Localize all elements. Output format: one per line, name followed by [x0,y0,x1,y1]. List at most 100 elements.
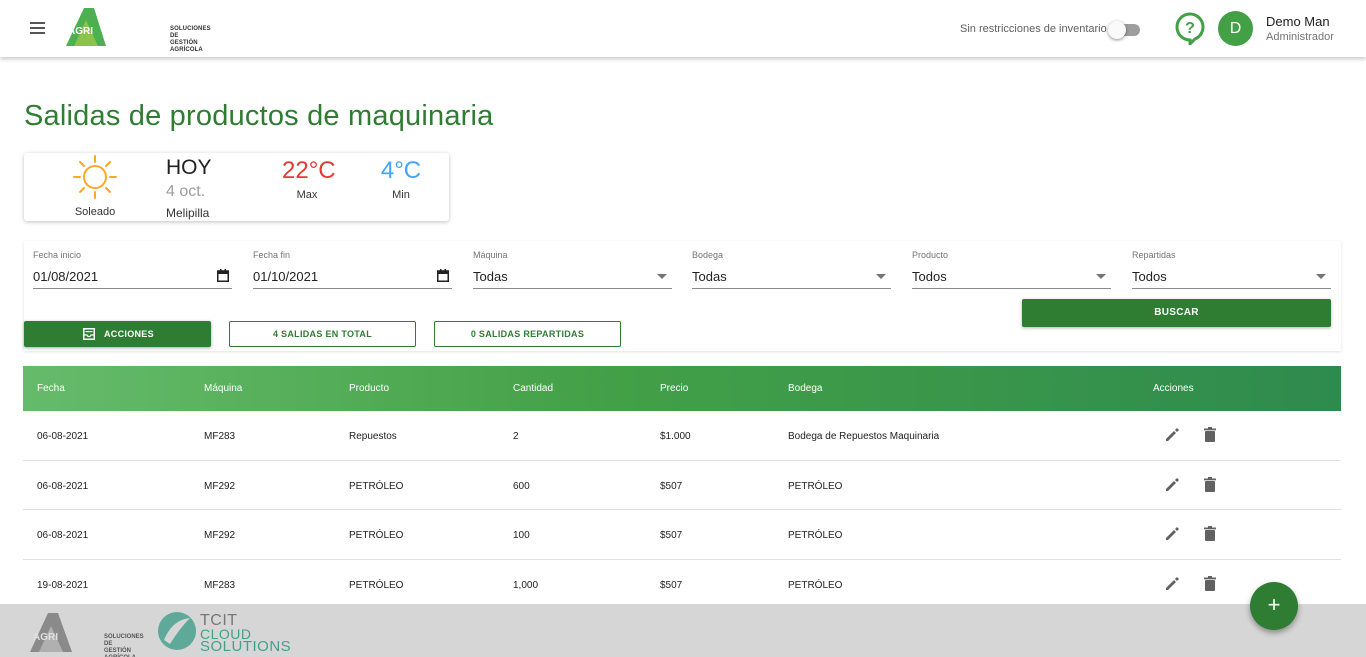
trash-icon[interactable] [1203,427,1217,443]
pencil-icon[interactable] [1164,427,1180,443]
buscar-button[interactable]: BUSCAR [1022,299,1331,327]
trash-icon[interactable] [1203,575,1217,592]
trash-icon[interactable] [1203,476,1217,493]
avatar[interactable]: D [1218,11,1253,46]
maquina-value: Todas [473,269,508,284]
producto-label: Producto [912,250,949,260]
cell-producto: PETRÓLEO [349,579,404,591]
table-row[interactable]: 06-08-2021 MF292 PETRÓLEO 100 $507 PETRÓ… [23,510,1341,560]
dropdown-arrow-icon [1316,274,1326,279]
fecha-fin-value: 01/10/2021 [253,269,319,284]
cell-fecha: 06-08-2021 [37,530,89,541]
user-name: Demo Man [1266,14,1330,29]
cell-cantidad: 1,000 [513,579,539,591]
repartidas-select[interactable]: Repartidas Todos [1132,250,1331,289]
cell-precio: $507 [660,530,683,541]
total-salidas-button[interactable]: 4 SALIDAS EN TOTAL [229,321,416,347]
col-producto[interactable]: Producto [349,383,389,394]
max-label: Max [296,189,318,201]
col-precio[interactable]: Precio [660,383,688,394]
fecha-inicio-value: 01/08/2021 [33,269,99,284]
cell-precio: $507 [660,579,683,591]
col-bodega[interactable]: Bodega [788,383,822,394]
inventory-restriction-label: Sin restricciones de inventario [960,23,1107,35]
cell-maquina: MF283 [204,579,236,591]
cell-cantidad: 2 [513,431,519,442]
salidas-repartidas-button[interactable]: 0 SALIDAS REPARTIDAS [434,321,621,347]
cell-maquina: MF292 [204,480,236,492]
weather-date: 4 oct. [166,183,206,200]
fecha-fin-label: Fecha fin [253,250,291,260]
maquina-label: Máquina [473,250,508,260]
user-role: Administrador [1266,31,1334,43]
cell-fecha: 06-08-2021 [37,480,89,492]
menu-icon[interactable] [28,19,48,37]
trash-icon[interactable] [1203,526,1217,542]
inbox-icon [83,328,95,340]
bodega-value: Todas [692,269,727,284]
filters-panel: Fecha inicio 01/08/2021 Fecha fin 01/10/… [24,241,1341,351]
col-maquina[interactable]: Máquina [204,383,242,394]
inventory-toggle[interactable] [1108,21,1140,39]
footer-agri-brand: AGRI [33,632,58,643]
producto-select[interactable]: Producto Todos [912,250,1111,289]
acciones-button[interactable]: ACCIONES [24,321,211,347]
cell-bodega: Bodega de Repuestos Maquinaria [788,431,940,442]
agri-logo[interactable]: AGRI SOLUCIONES DE GESTIÓN AGRÍCOLA [64,6,211,53]
footer-agri-text: SOLUCIONES DE GESTIÓN AGRÍCOLA [104,634,144,657]
svg-text:?: ? [1185,20,1195,37]
max-temperature: 22°C [282,157,336,184]
col-cantidad[interactable]: Cantidad [513,383,553,394]
calendar-icon[interactable] [217,269,229,282]
table-row[interactable]: 06-08-2021 MF292 PETRÓLEO 600 $507 PETRÓ… [23,460,1341,510]
cell-cantidad: 100 [513,530,530,541]
toggle-thumb [1108,21,1126,39]
app-header: AGRI SOLUCIONES DE GESTIÓN AGRÍCOLA Sin … [0,0,1366,57]
calendar-icon[interactable] [437,269,449,282]
table-header: Fecha Máquina Producto Cantidad Precio B… [23,366,1341,411]
weather-day: HOY [166,156,212,179]
min-label: Min [392,189,410,201]
min-temperature: 4°C [380,157,422,184]
plus-icon[interactable]: + [1250,582,1298,630]
page-title: Salidas de productos de maquinaria [24,100,494,132]
cell-producto: PETRÓLEO [349,480,404,492]
acciones-label: ACCIONES [104,329,154,339]
salidas-table: Fecha Máquina Producto Cantidad Precio B… [23,366,1341,609]
pencil-icon[interactable] [1164,526,1180,542]
bodega-select[interactable]: Bodega Todas [692,250,891,289]
repartidas-label: Repartidas [1132,250,1176,260]
table-row[interactable]: 06-08-2021 MF283 Repuestos 2 $1.000 Bode… [23,411,1341,461]
footer: AGRI SOLUCIONES DE GESTIÓN AGRÍCOLA TCIT… [0,604,1366,657]
footer-agri-logo: AGRI SOLUCIONES DE GESTIÓN AGRÍCOLA [28,610,146,657]
cell-precio: $507 [660,480,683,492]
cell-producto: PETRÓLEO [349,530,404,541]
cell-bodega: PETRÓLEO [788,579,843,591]
cell-fecha: 06-08-2021 [37,431,89,442]
col-fecha[interactable]: Fecha [37,383,65,394]
cell-precio: $1.000 [660,431,691,442]
cell-bodega: PETRÓLEO [788,480,843,492]
fecha-inicio-field[interactable]: Fecha inicio 01/08/2021 [33,250,232,289]
repartidas-value: Todos [1132,269,1167,284]
pencil-icon[interactable] [1164,576,1180,592]
sun-icon [73,155,117,199]
table-row[interactable]: 19-08-2021 MF283 PETRÓLEO 1,000 $507 PET… [23,559,1341,609]
cell-maquina: MF283 [204,431,236,442]
maquina-select[interactable]: Máquina Todas [473,250,672,289]
weather-condition: Soleado [74,206,116,218]
logo-text: SOLUCIONES DE GESTIÓN AGRÍCOLA [170,26,211,53]
fecha-fin-field[interactable]: Fecha fin 01/10/2021 [253,250,452,289]
weather-card: Soleado HOY 4 oct. Melipilla 22°C Max 4°… [24,153,449,221]
fecha-inicio-label: Fecha inicio [33,250,82,260]
cell-bodega: PETRÓLEO [788,530,843,541]
logo-brand: AGRI [68,26,93,37]
producto-value: Todos [912,269,947,284]
col-acciones: Acciones [1153,383,1194,394]
weather-city: Melipilla [166,206,210,220]
cell-producto: Repuestos [349,431,397,442]
help-circle-icon[interactable]: ? [1174,11,1206,48]
dropdown-arrow-icon [1096,274,1106,279]
pencil-icon[interactable] [1164,477,1180,493]
dropdown-arrow-icon [876,274,886,279]
